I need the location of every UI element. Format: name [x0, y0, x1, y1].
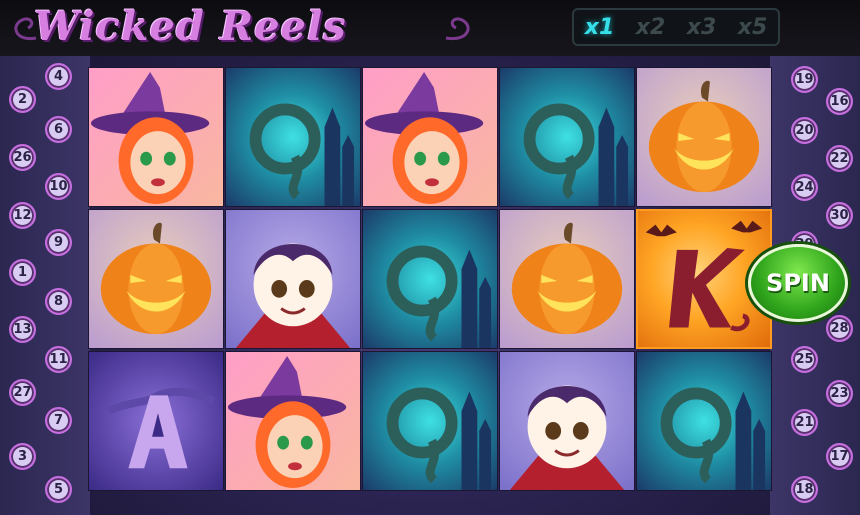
- payline-badge[interactable]: 4: [45, 63, 72, 90]
- multiplier-selector: x1 x2 x3 x5: [572, 8, 780, 46]
- payline-badge[interactable]: 8: [45, 288, 72, 315]
- pumpkin-icon: [511, 222, 623, 335]
- multiplier-x1[interactable]: x1: [585, 15, 615, 40]
- payline-badge[interactable]: 10: [45, 173, 72, 200]
- swirl-decoration-icon: [445, 17, 470, 41]
- payline-badge[interactable]: 23: [826, 380, 853, 407]
- payline-badge[interactable]: 7: [45, 407, 72, 434]
- payline-badge[interactable]: 27: [9, 379, 36, 406]
- witch-icon: [364, 71, 484, 204]
- pumpkin-icon: [100, 222, 212, 335]
- payline-badge[interactable]: 3: [9, 443, 36, 470]
- payline-badge[interactable]: 2: [9, 86, 36, 113]
- payline-badge[interactable]: 19: [791, 66, 818, 93]
- castle-q-icon: [523, 103, 629, 206]
- vampire-icon: [235, 243, 351, 348]
- symbol-q: [636, 351, 772, 491]
- symbol-a: [88, 351, 224, 491]
- multiplier-x3[interactable]: x3: [687, 15, 717, 40]
- witch-icon: [227, 355, 347, 488]
- payline-badge[interactable]: 26: [9, 144, 36, 171]
- symbol-q: [499, 67, 635, 207]
- payline-badge[interactable]: 30: [826, 202, 853, 229]
- game-stage: Wicked Reels x1 x2 x3 x5 2 26 12 1 13 27…: [0, 0, 860, 515]
- multiplier-x5[interactable]: x5: [738, 15, 768, 40]
- symbol-pumpkin: [499, 209, 635, 349]
- pumpkin-icon: [648, 80, 760, 193]
- witch-icon: [90, 71, 210, 204]
- payline-badge[interactable]: 1: [9, 259, 36, 286]
- payline-badge[interactable]: 12: [9, 202, 36, 229]
- symbol-vampire: [225, 209, 361, 349]
- castle-q-icon: [386, 387, 492, 490]
- symbol-vampire: [499, 351, 635, 491]
- symbol-q: [362, 209, 498, 349]
- payline-badge[interactable]: 18: [791, 476, 818, 503]
- payline-badge[interactable]: 24: [791, 174, 818, 201]
- symbol-witch: [225, 351, 361, 491]
- payline-badge[interactable]: 17: [826, 443, 853, 470]
- payline-badge[interactable]: 22: [826, 145, 853, 172]
- payline-badge[interactable]: 20: [791, 117, 818, 144]
- symbol-pumpkin: [636, 67, 772, 207]
- multiplier-x2[interactable]: x2: [636, 15, 666, 40]
- castle-q-icon: [386, 245, 492, 348]
- symbol-pumpkin: [88, 209, 224, 349]
- symbol-witch: [88, 67, 224, 207]
- payline-badge[interactable]: 13: [9, 316, 36, 343]
- payline-badge[interactable]: 28: [826, 315, 853, 342]
- top-bar: Wicked Reels x1 x2 x3 x5: [0, 0, 860, 56]
- swirl-decoration-icon: [14, 17, 37, 41]
- payline-badge[interactable]: 11: [45, 346, 72, 373]
- spin-button[interactable]: SPIN: [748, 244, 848, 322]
- payline-badge[interactable]: 9: [45, 229, 72, 256]
- payline-badge[interactable]: 6: [45, 116, 72, 143]
- letter-a-icon: [106, 387, 215, 469]
- game-logo: Wicked Reels: [34, 3, 347, 50]
- symbol-witch: [362, 67, 498, 207]
- payline-badge[interactable]: 25: [791, 346, 818, 373]
- reel-grid: [88, 67, 776, 493]
- payline-badge[interactable]: 16: [826, 88, 853, 115]
- symbol-q: [362, 351, 498, 491]
- vampire-icon: [509, 385, 625, 490]
- payline-badge[interactable]: 21: [791, 409, 818, 436]
- symbol-q: [225, 67, 361, 207]
- payline-badge[interactable]: 5: [45, 476, 72, 503]
- castle-q-icon: [660, 387, 766, 490]
- castle-q-icon: [249, 103, 355, 206]
